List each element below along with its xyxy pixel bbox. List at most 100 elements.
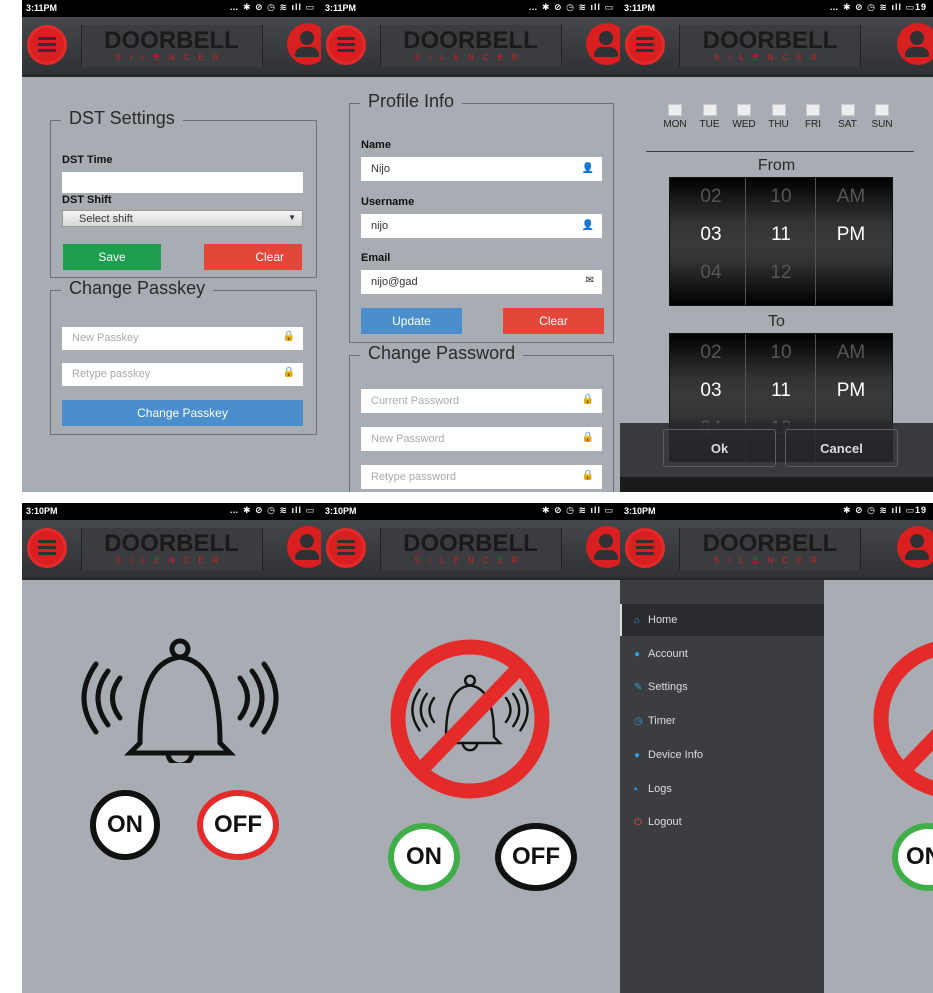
menu-icon[interactable] (27, 25, 67, 65)
off-button[interactable]: OFF (495, 823, 577, 891)
from-minute-prev: 10 (770, 186, 792, 207)
from-hour-column[interactable]: 02 03 04 (678, 178, 744, 305)
to-label: To (768, 313, 785, 330)
envelope-icon: ✉ (585, 275, 594, 286)
profile-icon[interactable] (287, 526, 321, 568)
nav-item-settings[interactable]: ✎ Settings (634, 681, 688, 693)
checkbox-icon[interactable] (806, 104, 820, 116)
day-checkbox-sat[interactable]: SAT (833, 104, 863, 130)
retype-password-input[interactable]: Retype password 🔒 (361, 465, 602, 489)
new-password-placeholder: New Password (371, 433, 445, 445)
day-checkbox-tue[interactable]: TUE (695, 104, 725, 130)
to-hour-prev: 02 (700, 342, 722, 363)
lock-icon: 🔒 (282, 367, 295, 378)
logo-text: DOORBELL (702, 27, 838, 54)
logo-subtext: SILENCER (115, 53, 228, 62)
from-hour-next: 04 (700, 262, 722, 283)
menu-icon[interactable] (326, 528, 366, 568)
on-button[interactable]: ON (388, 823, 460, 891)
status-time: 3:11PM (624, 3, 656, 13)
menu-icon[interactable] (326, 25, 366, 65)
nav-item-device-info[interactable]: ● Device Info (634, 749, 703, 761)
save-button[interactable]: Save (63, 244, 161, 270)
day-checkbox-fri[interactable]: FRI (798, 104, 828, 130)
menu-icon[interactable] (625, 25, 665, 65)
menu-icon[interactable] (27, 528, 67, 568)
clear-button[interactable]: Clear (204, 244, 302, 270)
off-button[interactable]: OFF (197, 790, 279, 860)
from-minute-column[interactable]: 10 11 12 (748, 178, 814, 305)
app-logo: DOORBELL SILENCER (679, 25, 861, 67)
logo-text: DOORBELL (104, 530, 239, 557)
logo-subtext: SILENCER (115, 556, 228, 565)
current-password-placeholder: Current Password (371, 395, 460, 407)
screen-profile: 3:11PM … ✱ ⊘ ◷ ≋ ıll ▭ DOORBELL SILENCER P… (321, 0, 620, 492)
from-time-picker[interactable]: 02 03 04 10 11 12 AM PM (669, 177, 893, 306)
status-time: 3:11PM (325, 3, 357, 13)
app-bar: DOORBELL SILENCER (620, 17, 933, 77)
checkbox-icon[interactable] (702, 104, 717, 116)
menu-icon[interactable] (625, 528, 665, 568)
profile-icon[interactable] (897, 23, 933, 65)
retype-passkey-placeholder: Retype passkey (72, 368, 151, 380)
dst-time-input[interactable] (62, 172, 303, 193)
logo-subtext: SILENCER (713, 556, 826, 565)
checkbox-icon[interactable] (737, 104, 751, 116)
app-logo: DOORBELL SILENCER (379, 25, 562, 67)
app-bar: DOORBELL SILENCER (321, 520, 620, 580)
user-icon: 👤 (581, 220, 594, 231)
day-checkbox-sun[interactable]: SUN (867, 104, 897, 130)
nav-item-logs[interactable]: ▪ Logs (634, 783, 672, 795)
on-button-partial[interactable]: ON (892, 823, 933, 891)
day-label: THU (768, 119, 789, 130)
home-icon: ⌂ (634, 615, 641, 626)
dst-shift-select[interactable]: Select shift ▼ (62, 210, 303, 227)
status-icons: … ✱ ⊘ ◷ ≋ ıll ▭ (229, 2, 315, 12)
checkbox-icon[interactable] (840, 104, 855, 116)
day-checkbox-thu[interactable]: THU (764, 104, 794, 130)
from-pm-selected: PM (836, 224, 866, 245)
on-label: ON (906, 843, 933, 870)
profile-icon[interactable] (897, 526, 933, 568)
clear-button[interactable]: Clear (503, 308, 604, 334)
power-icon: ⏻ (634, 817, 642, 829)
dst-shift-value: Select shift (79, 213, 133, 225)
name-input[interactable]: Nijo 👤 (361, 157, 602, 181)
nav-item-home[interactable]: ⌂ Home (634, 614, 677, 626)
new-passkey-input[interactable]: New Passkey 🔒 (62, 327, 303, 350)
checkbox-icon[interactable] (771, 104, 786, 116)
day-checkbox-wed[interactable]: WED (729, 104, 759, 130)
current-password-input[interactable]: Current Password 🔒 (361, 389, 602, 413)
status-bar: 3:10PM ✱ ⊘ ◷ ≋ ıll ▭19 (620, 503, 933, 520)
day-checkbox-mon[interactable]: MON (660, 104, 690, 130)
logo-text: DOORBELL (403, 530, 538, 557)
nav-item-logout[interactable]: ⏻ Logout (634, 816, 682, 828)
ok-button[interactable]: Ok (663, 429, 776, 467)
from-am: AM (836, 186, 866, 207)
update-button[interactable]: Update (361, 308, 462, 334)
profile-icon[interactable] (586, 526, 620, 568)
change-passkey-legend: Change Passkey (61, 278, 214, 299)
change-passkey-button[interactable]: Change Passkey (62, 400, 303, 426)
email-input[interactable]: nijo@gad ✉ (361, 270, 602, 294)
new-password-input[interactable]: New Password 🔒 (361, 427, 602, 451)
battery-level: 19 (914, 505, 927, 515)
off-label: OFF (214, 811, 262, 838)
from-ampm-column[interactable]: AM PM (818, 178, 884, 305)
cancel-button[interactable]: Cancel (785, 429, 898, 467)
profile-icon[interactable] (287, 23, 321, 65)
username-input[interactable]: nijo 👤 (361, 214, 602, 238)
to-pm-selected: PM (836, 380, 866, 401)
profile-icon[interactable] (586, 23, 620, 65)
logo-text: DOORBELL (104, 27, 239, 54)
nav-item-timer[interactable]: ◷ Timer (634, 715, 676, 727)
status-time: 3:10PM (624, 506, 656, 516)
checkbox-icon[interactable] (875, 104, 889, 116)
lock-icon: 🔒 (282, 331, 295, 342)
nav-item-account[interactable]: ● Account (634, 648, 688, 660)
retype-passkey-input[interactable]: Retype passkey 🔒 (62, 363, 303, 386)
checkbox-icon[interactable] (668, 104, 682, 116)
on-button[interactable]: ON (90, 790, 160, 860)
logo-subtext: SILENCER (414, 53, 527, 62)
battery-level: 19 (914, 2, 927, 12)
